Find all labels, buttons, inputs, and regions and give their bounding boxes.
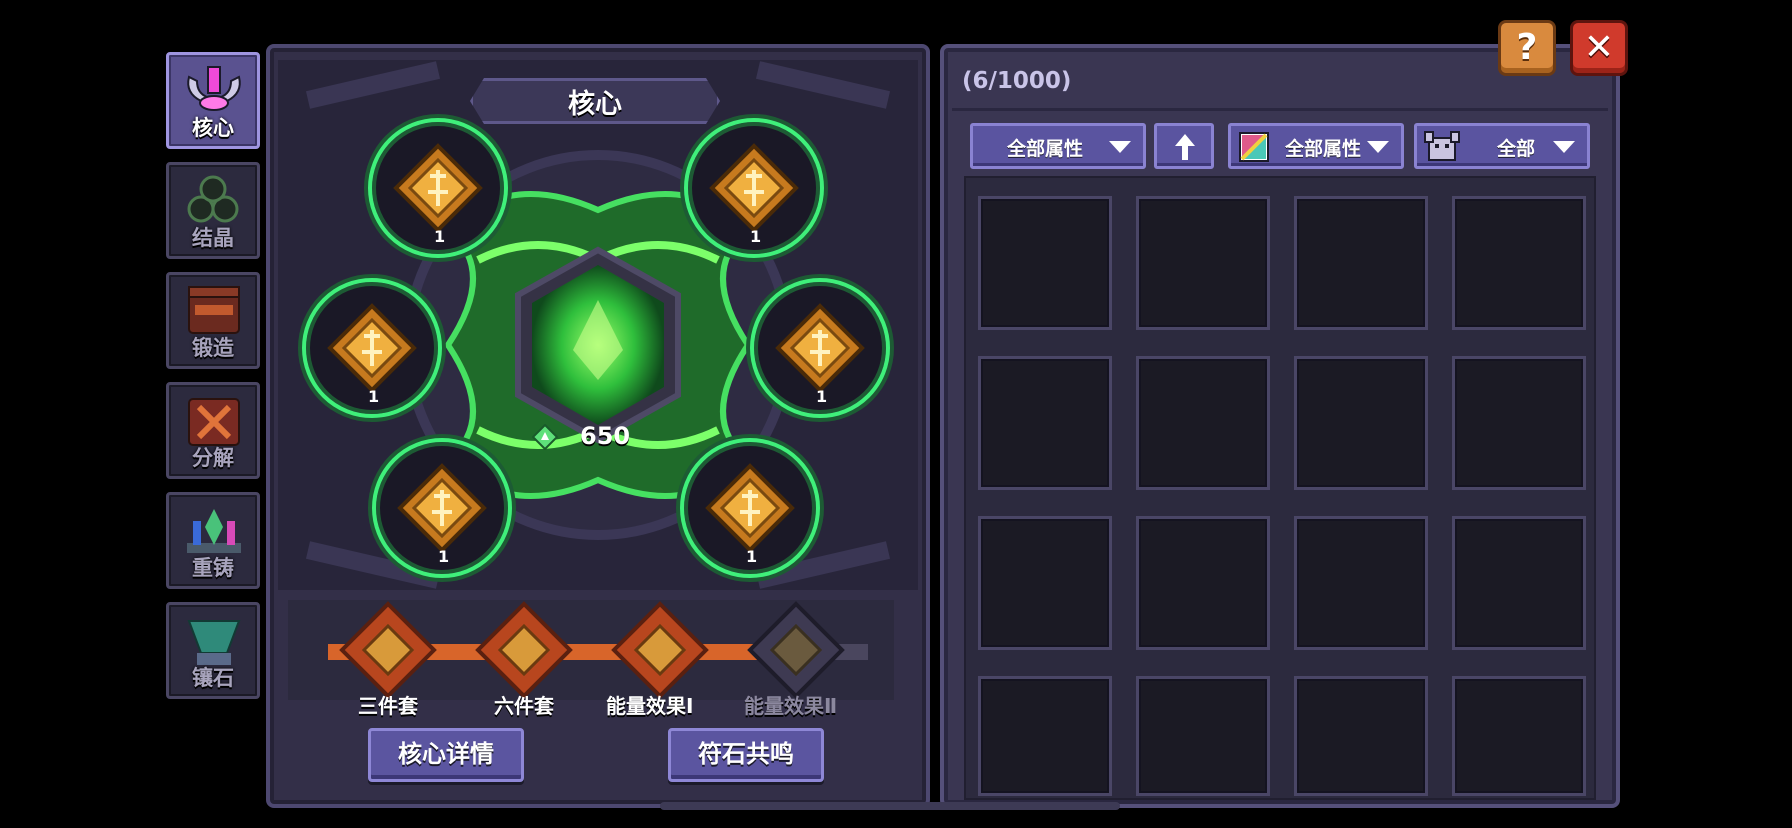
type-filter-label: 全部: [1497, 138, 1536, 160]
inventory-cell[interactable]: [1136, 516, 1270, 650]
rune-slot-bottom-right[interactable]: 1: [680, 438, 820, 578]
tab-crystal[interactable]: 结晶: [166, 162, 260, 259]
close-icon: ✕: [1583, 27, 1615, 68]
tab-forge[interactable]: 锻造: [166, 272, 260, 369]
rune-slot-top-right[interactable]: 1: [684, 118, 824, 258]
inventory-cell[interactable]: [1452, 356, 1586, 490]
rune-level: 1: [816, 387, 828, 406]
inventory-cell[interactable]: [1294, 356, 1428, 490]
scroll-indicator: [660, 802, 1120, 810]
rune-icon: [327, 303, 417, 393]
tab-decompose-label: 分解: [192, 446, 234, 470]
question-icon: ?: [1516, 27, 1538, 68]
core-details-button[interactable]: 核心详情: [368, 728, 524, 782]
set-label-energy-2: 能量效果Ⅱ: [744, 694, 838, 718]
inventory-cell[interactable]: [1136, 196, 1270, 330]
rune-slot-mid-left[interactable]: 1: [302, 278, 442, 418]
monster-icon: [1424, 131, 1460, 161]
rune-slot-top-left[interactable]: 1: [368, 118, 508, 258]
inventory-cell[interactable]: [1294, 516, 1428, 650]
inventory-grid: [964, 176, 1596, 800]
inventory-cell[interactable]: [1136, 356, 1270, 490]
inventory-cell[interactable]: [978, 676, 1112, 796]
chevron-down-icon: [1109, 141, 1131, 153]
element-filter-dropdown[interactable]: 全部属性: [1228, 123, 1404, 169]
energy-icon: [532, 424, 558, 450]
inventory-cell[interactable]: [1452, 516, 1586, 650]
inventory-cell[interactable]: [978, 356, 1112, 490]
chevron-down-icon: [1367, 141, 1389, 153]
rune-icon: [709, 143, 799, 233]
attribute-filter-label: 全部属性: [1007, 138, 1084, 160]
rune-level: 1: [750, 227, 762, 246]
set-label-six: 六件套: [494, 694, 554, 718]
tab-core[interactable]: 核心: [166, 52, 260, 149]
rune-icon: [775, 303, 865, 393]
help-button[interactable]: ?: [1498, 20, 1556, 76]
rune-level: 1: [368, 387, 380, 406]
element-filter-label: 全部属性: [1285, 138, 1362, 160]
rune-slot-mid-right[interactable]: 1: [750, 278, 890, 418]
inventory-cell[interactable]: [1452, 676, 1586, 796]
inventory-count: (6/1000): [962, 68, 1072, 94]
set-bonus-bar: [288, 600, 894, 700]
attribute-filter-dropdown[interactable]: 全部属性: [970, 123, 1146, 169]
rune-level: 1: [434, 227, 446, 246]
element-rainbow-icon: [1239, 132, 1269, 162]
arrow-up-icon: [1175, 134, 1195, 160]
close-button[interactable]: ✕: [1570, 20, 1628, 76]
rune-icon: [397, 463, 487, 553]
rune-icon: [393, 143, 483, 233]
divider: [952, 108, 1608, 111]
set-label-three: 三件套: [358, 694, 418, 718]
tab-core-label: 核心: [192, 116, 234, 140]
tab-inlay[interactable]: 镶石: [166, 602, 260, 699]
core-title: 核心: [568, 89, 622, 120]
chevron-down-icon: [1553, 141, 1575, 153]
type-filter-dropdown[interactable]: 全部: [1414, 123, 1590, 169]
rune-slot-bottom-left[interactable]: 1: [372, 438, 512, 578]
rune-resonance-button[interactable]: 符石共鸣: [668, 728, 824, 782]
tab-reforge[interactable]: 重铸: [166, 492, 260, 589]
core-energy-value: 650: [580, 422, 631, 450]
inventory-cell[interactable]: [1294, 676, 1428, 796]
sort-direction-button[interactable]: [1154, 123, 1214, 169]
inventory-cell[interactable]: [978, 196, 1112, 330]
rune-level: 1: [438, 547, 450, 566]
rune-icon: [705, 463, 795, 553]
inventory-cell[interactable]: [1294, 196, 1428, 330]
tab-forge-label: 锻造: [192, 336, 234, 360]
inventory-cell[interactable]: [978, 516, 1112, 650]
tab-crystal-label: 结晶: [192, 226, 234, 250]
tab-decompose[interactable]: 分解: [166, 382, 260, 479]
rune-level: 1: [746, 547, 758, 566]
tab-inlay-label: 镶石: [192, 666, 234, 690]
set-label-energy-1: 能量效果Ⅰ: [606, 694, 694, 718]
tab-reforge-label: 重铸: [192, 556, 234, 580]
inventory-cell[interactable]: [1452, 196, 1586, 330]
inventory-cell[interactable]: [1136, 676, 1270, 796]
